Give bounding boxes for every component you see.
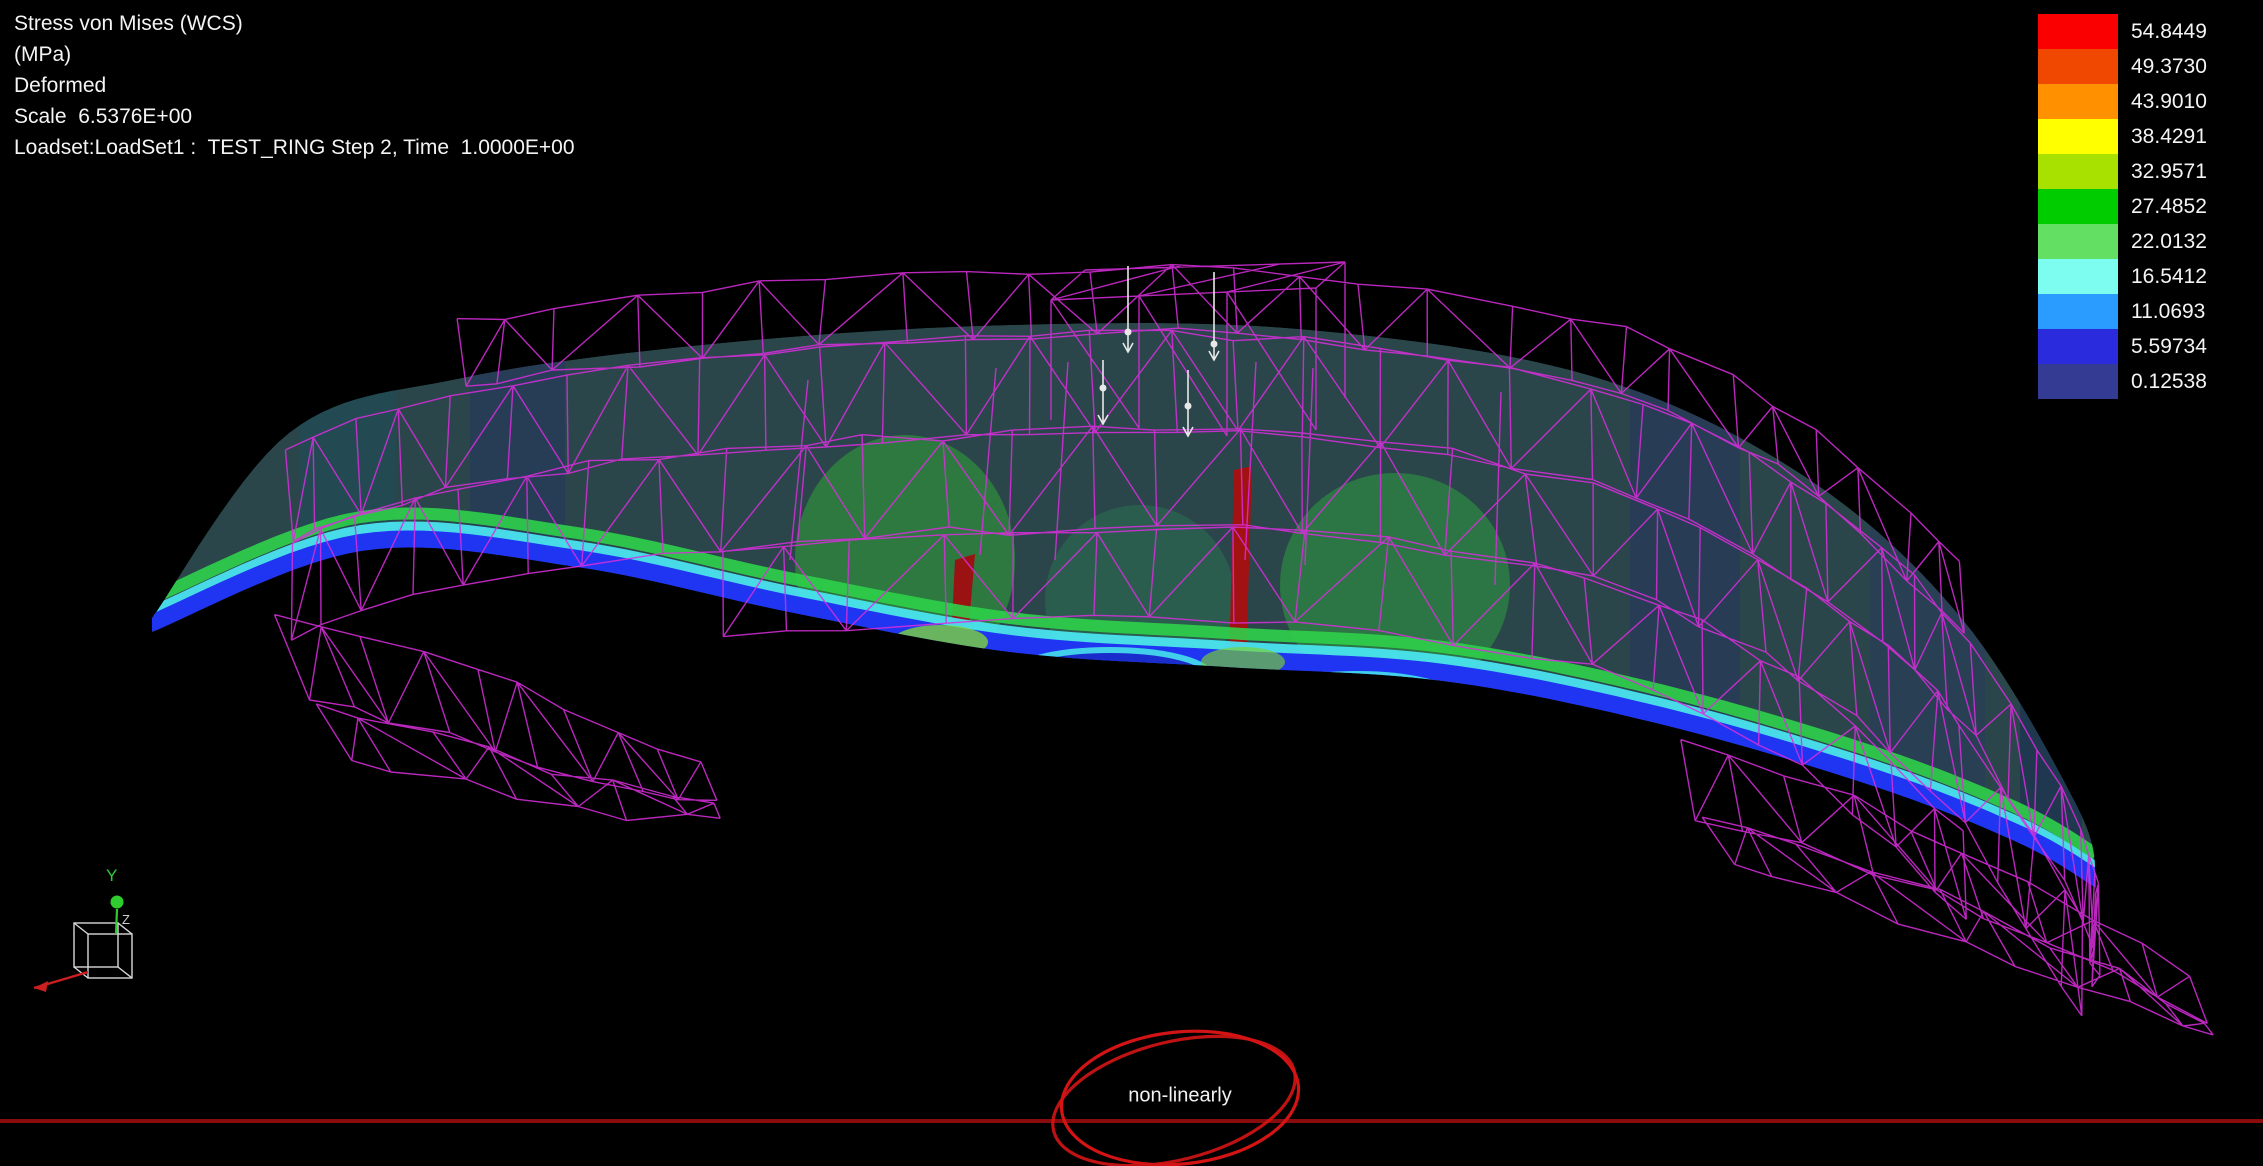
legend-entry: 54.8449 bbox=[2038, 14, 2207, 49]
legend-color-swatch bbox=[2038, 84, 2118, 119]
load-point-marker bbox=[1211, 341, 1217, 347]
legend-color-swatch bbox=[2038, 364, 2118, 399]
result-loadset: Loadset:LoadSet1 : TEST_RING Step 2, Tim… bbox=[14, 132, 575, 163]
y-axis-ball bbox=[111, 896, 124, 909]
viewport-3d[interactable] bbox=[0, 0, 2263, 1166]
legend-value: 43.9010 bbox=[2118, 90, 2207, 114]
legend-entry: 11.0693 bbox=[2038, 294, 2207, 329]
legend-value: 11.0693 bbox=[2118, 300, 2205, 324]
legend-color-swatch bbox=[2038, 49, 2118, 84]
legend-entry: 43.9010 bbox=[2038, 84, 2207, 119]
result-header: Stress von Mises (WCS) (MPa) Deformed Sc… bbox=[14, 8, 575, 163]
legend-value: 38.4291 bbox=[2118, 125, 2207, 149]
fringe-panel bbox=[300, 260, 395, 940]
legend-entry: 0.12538 bbox=[2038, 364, 2207, 399]
fringe-blue-pocket bbox=[1010, 650, 1210, 702]
fringe-surface bbox=[152, 260, 2096, 1040]
legend-value: 16.5412 bbox=[2118, 265, 2207, 289]
legend-color-swatch bbox=[2038, 259, 2118, 294]
load-point-marker bbox=[1185, 403, 1191, 409]
legend-entry: 32.9571 bbox=[2038, 154, 2207, 189]
legend-entry: 38.4291 bbox=[2038, 119, 2207, 154]
legend-value: 32.9571 bbox=[2118, 160, 2207, 184]
result-deformed-flag: Deformed bbox=[14, 70, 575, 101]
legend-color-swatch bbox=[2038, 224, 2118, 259]
legend-entry: 5.59734 bbox=[2038, 329, 2207, 364]
legend-value: 5.59734 bbox=[2118, 335, 2207, 359]
load-point-marker bbox=[1100, 385, 1106, 391]
triad-cube bbox=[74, 923, 132, 978]
legend-entry: 27.4852 bbox=[2038, 189, 2207, 224]
fringe-legend: 54.8449 49.3730 43.9010 38.4291 32.9571 … bbox=[2038, 14, 2207, 399]
fringe-yellowgreen-zone bbox=[892, 625, 988, 659]
result-units: (MPa) bbox=[14, 39, 575, 70]
legend-value: 0.12538 bbox=[2118, 370, 2207, 394]
result-title: Stress von Mises (WCS) bbox=[14, 8, 575, 39]
fea-results-window: Stress von Mises (WCS) (MPa) Deformed Sc… bbox=[0, 0, 2263, 1166]
result-scale: Scale 6.5376E+00 bbox=[14, 101, 575, 132]
legend-color-swatch bbox=[2038, 119, 2118, 154]
legend-color-swatch bbox=[2038, 154, 2118, 189]
bottom-baseline bbox=[0, 1119, 2263, 1123]
legend-entry: 22.0132 bbox=[2038, 224, 2207, 259]
legend-value: 54.8449 bbox=[2118, 20, 2207, 44]
load-point-marker bbox=[1125, 329, 1131, 335]
annotation-text: non-linearly bbox=[1128, 1085, 1231, 1108]
csys-triad bbox=[34, 896, 132, 993]
fringe-panel bbox=[470, 260, 565, 940]
legend-color-swatch bbox=[2038, 189, 2118, 224]
fringe-yellowgreen-zone bbox=[1201, 647, 1285, 677]
fringe-blue-pocket bbox=[1257, 674, 1457, 726]
legend-color-swatch bbox=[2038, 14, 2118, 49]
legend-color-swatch bbox=[2038, 329, 2118, 364]
triad-z-label: Z bbox=[122, 912, 130, 927]
legend-value: 49.3730 bbox=[2118, 55, 2207, 79]
fringe-green-zone bbox=[1045, 505, 1235, 695]
y-axis bbox=[116, 909, 117, 934]
triad-y-label: Y bbox=[106, 866, 117, 886]
legend-value: 27.4852 bbox=[2118, 195, 2207, 219]
legend-entry: 49.3730 bbox=[2038, 49, 2207, 84]
legend-entry: 16.5412 bbox=[2038, 259, 2207, 294]
legend-color-swatch bbox=[2038, 294, 2118, 329]
legend-value: 22.0132 bbox=[2118, 230, 2207, 254]
